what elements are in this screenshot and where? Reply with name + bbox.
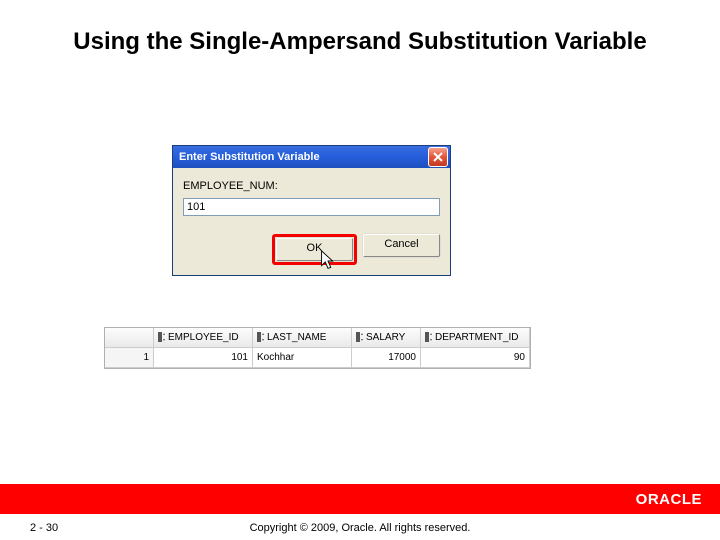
oracle-logo: ORACLE	[636, 491, 702, 508]
col-label: EMPLOYEE_ID	[168, 332, 239, 343]
table-header-row: EMPLOYEE_ID LAST_NAME SALARY DEPARTMENT_…	[105, 328, 530, 348]
table-row[interactable]: 1 101 Kochhar 17000 90	[105, 348, 530, 368]
cell-employee-id: 101	[154, 348, 253, 368]
slide-title: Using the Single-Ampersand Substitution …	[0, 28, 720, 56]
ok-highlight: OK	[272, 234, 357, 265]
rownum-header	[105, 328, 154, 348]
col-label: LAST_NAME	[267, 332, 326, 343]
dialog-title-text: Enter Substitution Variable	[179, 151, 428, 163]
dialog-button-row: OK Cancel	[183, 234, 440, 265]
sort-icon	[257, 332, 265, 342]
col-label: SALARY	[366, 332, 405, 343]
sort-icon	[158, 332, 166, 342]
cell-salary: 17000	[352, 348, 421, 368]
col-salary[interactable]: SALARY	[352, 328, 421, 348]
results-grid: EMPLOYEE_ID LAST_NAME SALARY DEPARTMENT_…	[104, 327, 531, 369]
col-label: DEPARTMENT_ID	[435, 332, 519, 343]
employee-num-input[interactable]	[183, 198, 440, 216]
row-number: 1	[105, 348, 154, 368]
cancel-button[interactable]: Cancel	[363, 234, 440, 257]
substitution-dialog: Enter Substitution Variable EMPLOYEE_NUM…	[172, 145, 451, 276]
col-employee-id[interactable]: EMPLOYEE_ID	[154, 328, 253, 348]
close-button[interactable]	[428, 147, 448, 167]
prompt-label: EMPLOYEE_NUM:	[183, 180, 440, 192]
col-last-name[interactable]: LAST_NAME	[253, 328, 352, 348]
dialog-titlebar[interactable]: Enter Substitution Variable	[173, 146, 450, 168]
ok-button[interactable]: OK	[276, 238, 353, 261]
col-department-id[interactable]: DEPARTMENT_ID	[421, 328, 530, 348]
cell-last-name: Kochhar	[253, 348, 352, 368]
sort-icon	[356, 332, 364, 342]
slide: Using the Single-Ampersand Substitution …	[0, 0, 720, 540]
sort-icon	[425, 332, 433, 342]
copyright-text: Copyright © 2009, Oracle. All rights res…	[0, 522, 720, 534]
footer-bar: ORACLE	[0, 484, 720, 514]
close-icon	[433, 152, 443, 162]
dialog-body: EMPLOYEE_NUM: OK Cancel	[173, 168, 450, 275]
cell-department-id: 90	[421, 348, 530, 368]
